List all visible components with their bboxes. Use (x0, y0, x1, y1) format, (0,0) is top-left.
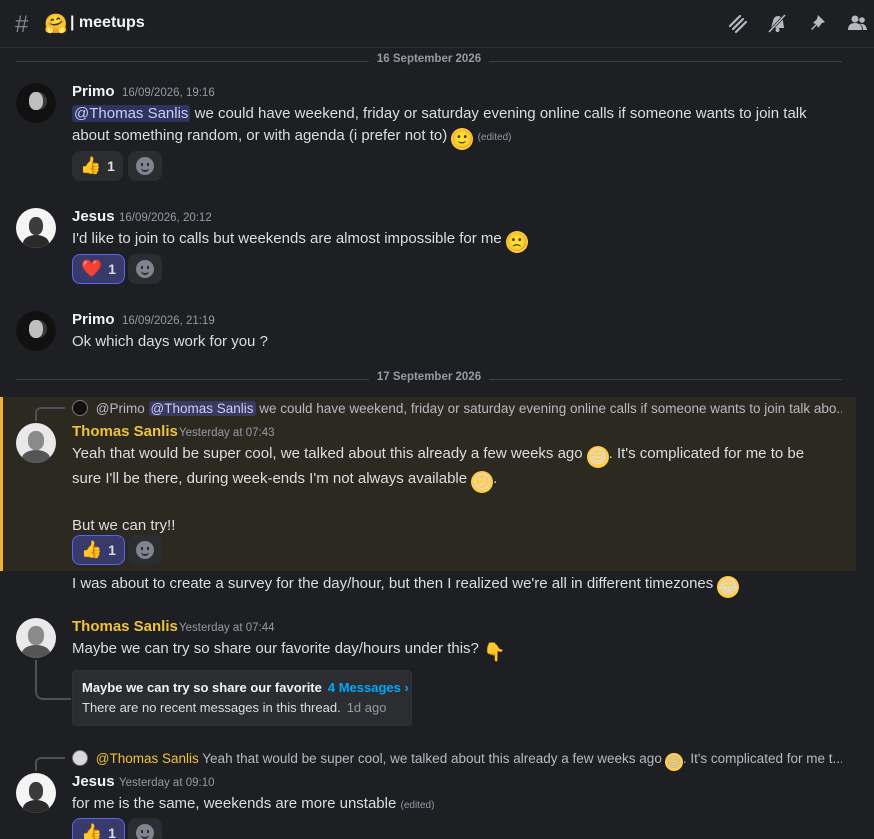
timestamp: 16/09/2026, 21:19 (122, 315, 215, 327)
user-mention[interactable]: @Thomas Sanlis (72, 105, 191, 122)
avatar[interactable] (16, 423, 56, 463)
add-reaction-button[interactable] (128, 818, 162, 839)
channel-hash-icon: # (15, 11, 29, 38)
thread-status-text: There are no recent messages in this thr… (82, 700, 341, 715)
avatar[interactable] (16, 311, 56, 351)
timestamp: 16/09/2026, 19:16 (122, 87, 215, 99)
message-text: Maybe we can try so share our favorite d… (72, 640, 479, 657)
reaction-thumbs-up[interactable]: 👍 1 (72, 151, 123, 181)
message-content: Ok which days work for you ? (72, 331, 842, 353)
thumbs-up-icon: 👍 (80, 156, 102, 175)
reply-preview[interactable]: @Primo @Thomas Sanlis we could have week… (72, 400, 842, 416)
message-content: Maybe we can try so share our favorite d… (72, 638, 842, 663)
avatar[interactable] (16, 208, 56, 248)
reaction-heart[interactable]: ❤️ 1 (72, 254, 125, 284)
username[interactable]: Jesus (72, 773, 115, 790)
smiley-icon (136, 824, 154, 839)
add-reaction-button[interactable] (128, 254, 162, 284)
channel-name: | meetups (70, 14, 145, 31)
threads-icon[interactable] (725, 12, 749, 36)
add-reaction-button[interactable] (128, 151, 162, 181)
message-text: Yeah that would be super cool, we talked… (72, 445, 583, 462)
add-reaction-button[interactable] (128, 535, 162, 565)
thread-age: 1d ago (346, 700, 387, 715)
confused-emoji: 😕 (471, 471, 494, 493)
message-text: I was about to create a survey for the d… (72, 575, 714, 592)
message-text: . It's complicated for me to be (608, 445, 805, 462)
thread-connector (35, 660, 71, 700)
heart-icon: ❤️ (81, 259, 103, 278)
reply-author[interactable]: @Primo (96, 401, 145, 416)
reply-avatar (72, 750, 88, 766)
smiley-icon (136, 260, 154, 278)
reply-author[interactable]: @Thomas Sanlis (96, 751, 199, 766)
slight-smile-emoji: 🙂 (451, 128, 474, 150)
edited-tag: (edited) (400, 800, 435, 811)
timestamp: Yesterday at 09:10 (119, 777, 215, 789)
thread-preview[interactable]: Maybe we can try so share our favorite 4 … (72, 670, 412, 726)
message-text: But we can try!! (72, 517, 176, 534)
reply-connector (35, 407, 65, 421)
username[interactable]: Thomas Sanlis (72, 618, 178, 635)
message-content: Yeah that would be super cool, we talked… (72, 443, 842, 537)
date-divider: 16 September 2026 (16, 53, 842, 69)
reply-avatar (72, 400, 88, 416)
members-icon[interactable] (845, 12, 869, 36)
channel-emoji: 🤗 (44, 14, 68, 35)
reaction-count: 1 (107, 158, 115, 174)
username[interactable]: Jesus (72, 208, 115, 225)
thread-status: There are no recent messages in this thr… (82, 700, 386, 715)
joy-emoji: 😂 (717, 576, 740, 598)
avatar[interactable] (16, 618, 56, 658)
message-content: @Thomas Sanlis we could have weekend, fr… (72, 103, 842, 150)
message-content: I was about to create a survey for the d… (72, 573, 842, 598)
channel-header: # 🤗 | meetups (0, 0, 874, 48)
timestamp: Yesterday at 07:43 (179, 427, 275, 439)
message-text: for me is the same, weekends are more un… (72, 795, 397, 812)
point-down-emoji: 👇 (483, 642, 506, 662)
date-divider-label: 17 September 2026 (368, 371, 490, 383)
timestamp: 16/09/2026, 20:12 (119, 212, 212, 224)
thread-message-count[interactable]: 4 Messages › (328, 680, 409, 695)
reply-connector (35, 757, 65, 771)
username[interactable]: Thomas Sanlis (72, 423, 178, 440)
avatar[interactable] (16, 773, 56, 813)
reaction-count: 1 (108, 261, 116, 277)
message-text: sure I'll be there, during week-ends I'm… (72, 470, 468, 487)
reaction-count: 1 (108, 542, 116, 558)
message-content: for me is the same, weekends are more un… (72, 793, 842, 817)
notifications-muted-icon[interactable] (765, 12, 789, 36)
smiley-icon (136, 157, 154, 175)
message-text: . (493, 470, 498, 487)
message-content: I'd like to join to calls but weekends a… (72, 228, 842, 253)
slight-frown-emoji: 🙁 (505, 231, 529, 253)
date-divider-label: 16 September 2026 (368, 53, 490, 65)
message-text: I'd like to join to calls but weekends a… (72, 230, 502, 247)
smiley-icon (136, 541, 154, 559)
reply-text: Yeah that would be super cool, we talked… (202, 751, 662, 766)
grin-sweat-emoji: 😅 (586, 446, 609, 468)
username[interactable]: Primo (72, 311, 115, 328)
thumbs-up-icon: 👍 (81, 540, 103, 559)
pin-icon[interactable] (805, 12, 829, 36)
date-divider: 17 September 2026 (16, 371, 842, 387)
reply-preview[interactable]: @Thomas Sanlis Yeah that would be super … (72, 750, 842, 771)
timestamp: Yesterday at 07:44 (179, 622, 275, 634)
thread-title[interactable]: Maybe we can try so share our favorite 4 … (82, 680, 409, 695)
message-text: Ok which days work for you ? (72, 333, 268, 350)
reaction-thumbs-up[interactable]: 👍 1 (72, 818, 125, 839)
user-mention[interactable]: @Thomas Sanlis (148, 401, 256, 416)
thread-title-text: Maybe we can try so share our favorite (82, 680, 322, 695)
avatar[interactable] (16, 83, 56, 123)
reaction-thumbs-up[interactable]: 👍 1 (72, 535, 125, 565)
reply-text: we could have weekend, friday or saturda… (259, 401, 842, 416)
reply-text: . It's complicated for me t... (682, 751, 842, 766)
reaction-count: 1 (108, 825, 116, 839)
edited-tag: (edited) (477, 132, 512, 143)
thumbs-up-icon: 👍 (81, 823, 103, 839)
username[interactable]: Primo (72, 83, 115, 100)
grin-sweat-emoji: 😅 (664, 753, 683, 771)
